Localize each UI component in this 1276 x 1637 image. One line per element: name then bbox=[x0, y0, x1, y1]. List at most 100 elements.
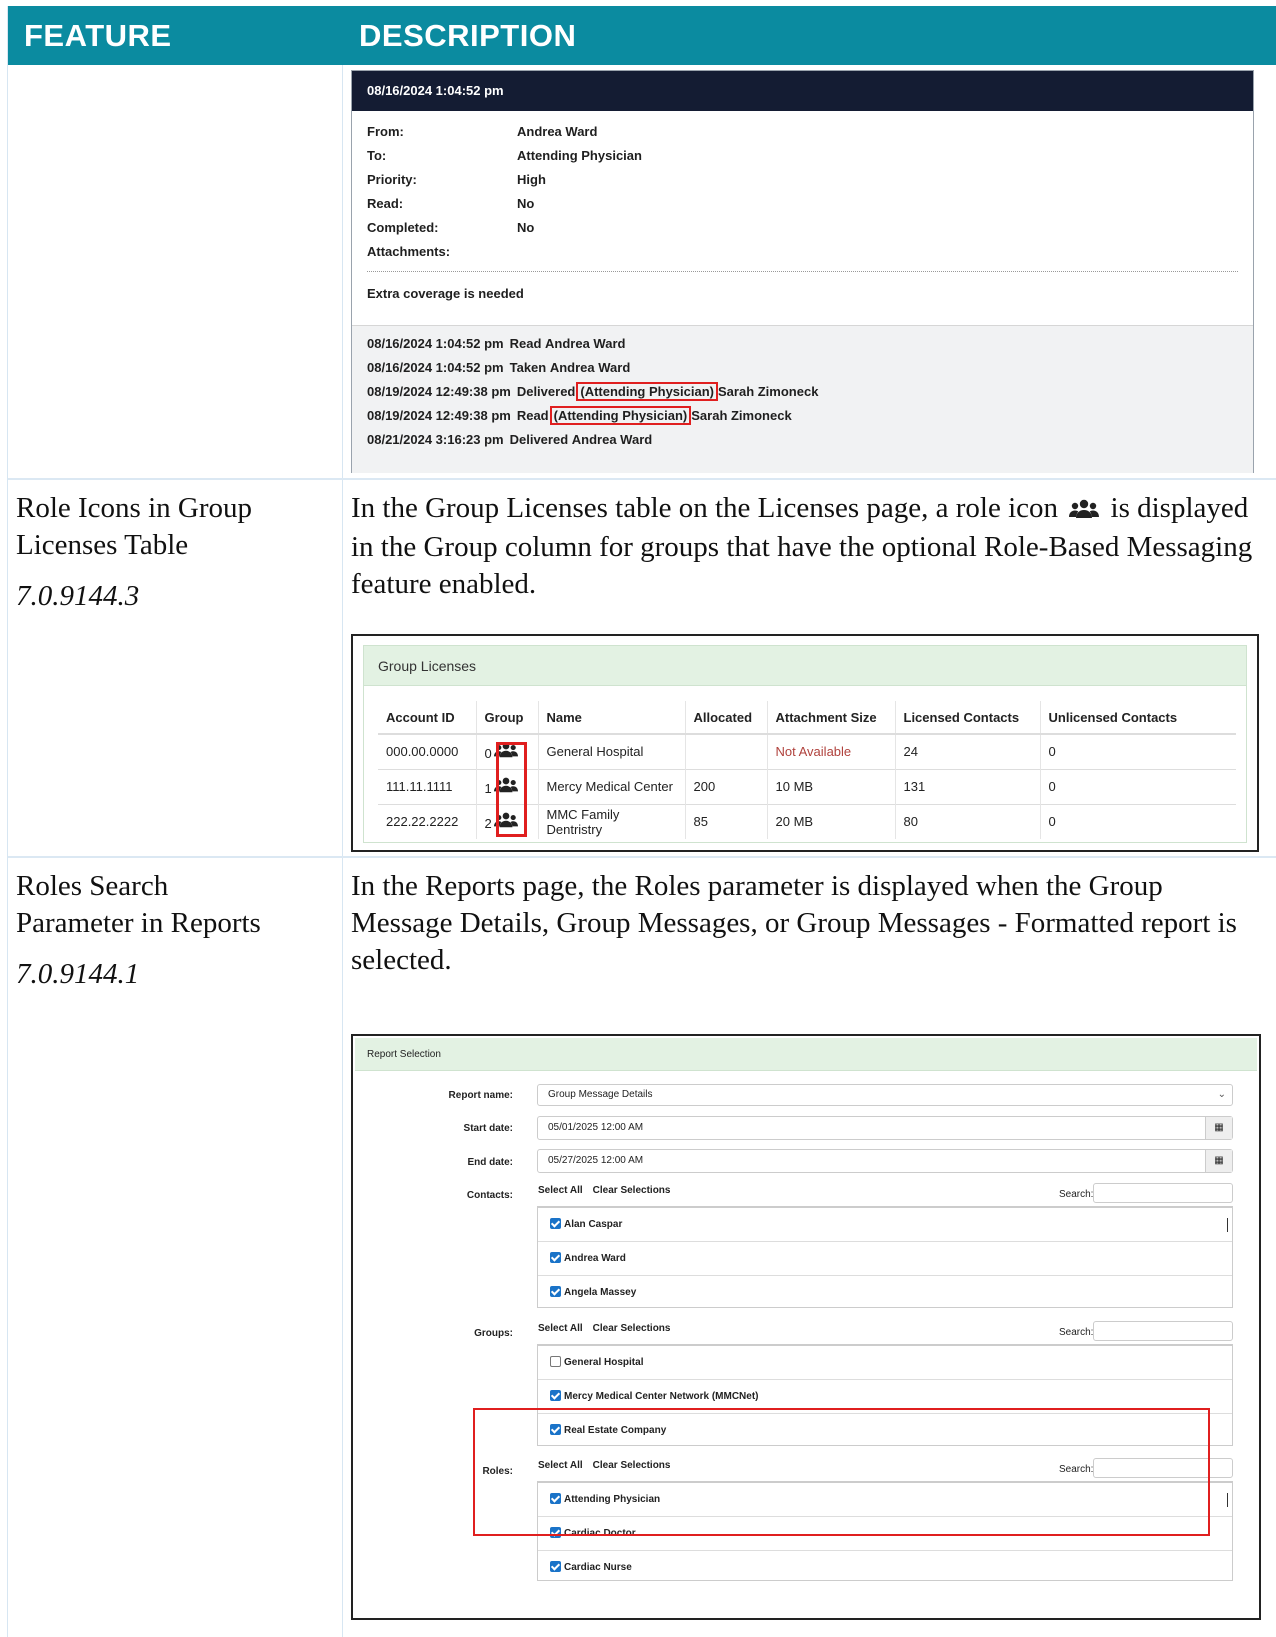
checkbox[interactable] bbox=[550, 1389, 561, 1401]
attachment-size: 10 MB bbox=[766, 768, 895, 804]
feature-title-line: Parameter in Reports bbox=[16, 907, 261, 939]
calendar-icon[interactable]: ▦ bbox=[1205, 1150, 1232, 1172]
history-role-highlight: (Attending Physician) bbox=[549, 406, 692, 425]
feature-version: 7.0.9144.1 bbox=[16, 958, 140, 990]
checkbox[interactable] bbox=[550, 1285, 561, 1297]
list-item[interactable]: Andrea Ward bbox=[538, 1242, 1232, 1276]
row-divider bbox=[8, 478, 1276, 480]
contact-name: Angela Massey bbox=[564, 1287, 637, 1298]
roles-highlight bbox=[473, 1408, 1210, 1536]
start-date-value: 05/01/2025 12:00 AM bbox=[548, 1122, 644, 1133]
history-role-highlight: (Attending Physician) bbox=[576, 382, 718, 401]
account-id: 000.00.0000 bbox=[378, 733, 476, 769]
history-row: 08/16/2024 1:04:52 pm Read Andrea Ward bbox=[367, 336, 1238, 360]
description-column-header: DESCRIPTION bbox=[359, 18, 577, 53]
search-label: Search: bbox=[1059, 1327, 1094, 1338]
field-to: To: Attending Physician bbox=[367, 148, 1238, 172]
contacts-actions: Select All Clear Selections bbox=[538, 1185, 680, 1196]
chevron-down-icon: ⌄ bbox=[1217, 1089, 1226, 1100]
field-label: To: bbox=[367, 148, 387, 163]
column-header[interactable]: Unlicensed Contacts bbox=[1039, 701, 1236, 735]
clear-selections-link[interactable]: Clear Selections bbox=[593, 1323, 671, 1334]
account-id: 111.11.1111 bbox=[378, 768, 476, 804]
field-label: Attachments: bbox=[367, 244, 451, 259]
group-name[interactable]: MMC Family Dentristry bbox=[537, 803, 685, 839]
group-name[interactable]: Mercy Medical Center bbox=[537, 768, 685, 804]
checkbox[interactable] bbox=[550, 1217, 561, 1229]
message-separator bbox=[367, 271, 1238, 272]
feature-version: 7.0.9144.3 bbox=[16, 580, 140, 612]
description-text: In the Group Licenses table on the Licen… bbox=[351, 492, 1059, 524]
history-row: 08/19/2024 12:49:38 pm Read (Attending Phy… bbox=[367, 406, 1238, 432]
list-item[interactable]: Cardiac Nurse bbox=[538, 1551, 1232, 1585]
field-value: High bbox=[517, 172, 546, 187]
calendar-icon[interactable]: ▦ bbox=[1205, 1117, 1232, 1139]
column-header[interactable]: Account ID bbox=[378, 701, 476, 735]
scrollbar[interactable] bbox=[1227, 1493, 1228, 1507]
report-name-select[interactable]: Group Message Details ⌄ bbox=[537, 1084, 1233, 1106]
column-header[interactable]: Allocated bbox=[684, 701, 767, 735]
group-licenses-title: Group Licenses bbox=[364, 646, 1246, 686]
group-number: 0 bbox=[484, 746, 492, 762]
history-action: Read bbox=[509, 336, 542, 351]
column-divider bbox=[342, 65, 343, 1637]
history-timestamp: 08/21/2024 3:16:23 pm bbox=[367, 432, 504, 447]
contacts-search-input[interactable] bbox=[1093, 1183, 1233, 1203]
field-value: Andrea Ward bbox=[517, 124, 598, 139]
history-user: Sarah Zimoneck bbox=[718, 384, 819, 399]
start-date-input[interactable]: 05/01/2025 12:00 AM ▦ bbox=[537, 1116, 1233, 1140]
group-name: Mercy Medical Center Network (MMCNet) bbox=[564, 1391, 759, 1402]
history-timestamp: 08/16/2024 1:04:52 pm bbox=[367, 360, 504, 375]
list-item[interactable]: General Hospital bbox=[538, 1346, 1232, 1380]
feature-title-line: Roles Search bbox=[16, 870, 169, 902]
groups-label: Groups: bbox=[474, 1328, 513, 1339]
group-name[interactable]: General Hospital bbox=[537, 733, 685, 769]
contacts-list: Alan Caspar Andrea Ward Angela Massey bbox=[537, 1206, 1233, 1308]
contact-name: Andrea Ward bbox=[564, 1253, 626, 1264]
field-priority: Priority: High bbox=[367, 172, 1238, 196]
clear-selections-link[interactable]: Clear Selections bbox=[593, 1185, 671, 1196]
field-completed: Completed: No bbox=[367, 220, 1238, 244]
history-timestamp: 08/16/2024 1:04:52 pm bbox=[367, 336, 504, 351]
history-user: Andrea Ward bbox=[571, 432, 653, 447]
feature-title: Role Icons in Group Licenses Table bbox=[16, 490, 252, 564]
group-icon-highlight bbox=[496, 742, 527, 837]
column-header[interactable]: Group bbox=[475, 701, 538, 735]
contact-name: Alan Caspar bbox=[564, 1219, 623, 1230]
field-from: From: Andrea Ward bbox=[367, 124, 1238, 148]
scrollbar[interactable] bbox=[1227, 1218, 1228, 1232]
history-action: Delivered bbox=[509, 432, 569, 447]
history-action: Read bbox=[516, 408, 549, 423]
message-history: 08/16/2024 1:04:52 pm Read Andrea Ward 08… bbox=[352, 325, 1253, 473]
checkbox[interactable] bbox=[550, 1355, 561, 1367]
report-selection-title: Report Selection bbox=[355, 1038, 1257, 1071]
column-header[interactable]: Attachment Size bbox=[766, 701, 895, 735]
column-header[interactable]: Licensed Contacts bbox=[894, 701, 1040, 735]
row-divider bbox=[8, 856, 1276, 858]
select-all-link[interactable]: Select All bbox=[538, 1185, 583, 1196]
list-item[interactable]: Angela Massey bbox=[538, 1276, 1232, 1310]
field-value: No bbox=[517, 196, 535, 211]
history-user: Andrea Ward bbox=[549, 360, 631, 375]
history-row: 08/19/2024 12:49:38 pm Delivered (Attendin… bbox=[367, 382, 1238, 408]
feature-column-header: FEATURE bbox=[24, 18, 172, 53]
message-body: Extra coverage is needed bbox=[367, 286, 524, 301]
checkbox[interactable] bbox=[550, 1251, 561, 1263]
licensed-contacts: 131 bbox=[894, 768, 1040, 804]
field-read: Read: No bbox=[367, 196, 1238, 220]
list-item[interactable]: Alan Caspar bbox=[538, 1208, 1232, 1242]
feature-description: In the Group Licenses table on the Licen… bbox=[351, 490, 1261, 603]
field-label: From: bbox=[367, 124, 404, 139]
column-header[interactable]: Name bbox=[537, 701, 685, 735]
unlicensed-contacts: 0 bbox=[1039, 803, 1236, 839]
feature-description: In the Reports page, the Roles parameter… bbox=[351, 870, 1237, 976]
checkbox[interactable] bbox=[550, 1560, 561, 1572]
groups-search-input[interactable] bbox=[1093, 1321, 1233, 1341]
select-all-link[interactable]: Select All bbox=[538, 1323, 583, 1334]
end-date-input[interactable]: 05/27/2025 12:00 AM ▦ bbox=[537, 1149, 1233, 1173]
allocated: 200 bbox=[684, 768, 767, 804]
start-date-label: Start date: bbox=[463, 1123, 513, 1134]
feature-title-line: Licenses Table bbox=[16, 529, 189, 561]
contacts-label: Contacts: bbox=[466, 1190, 513, 1201]
group-number: 2 bbox=[484, 816, 492, 832]
